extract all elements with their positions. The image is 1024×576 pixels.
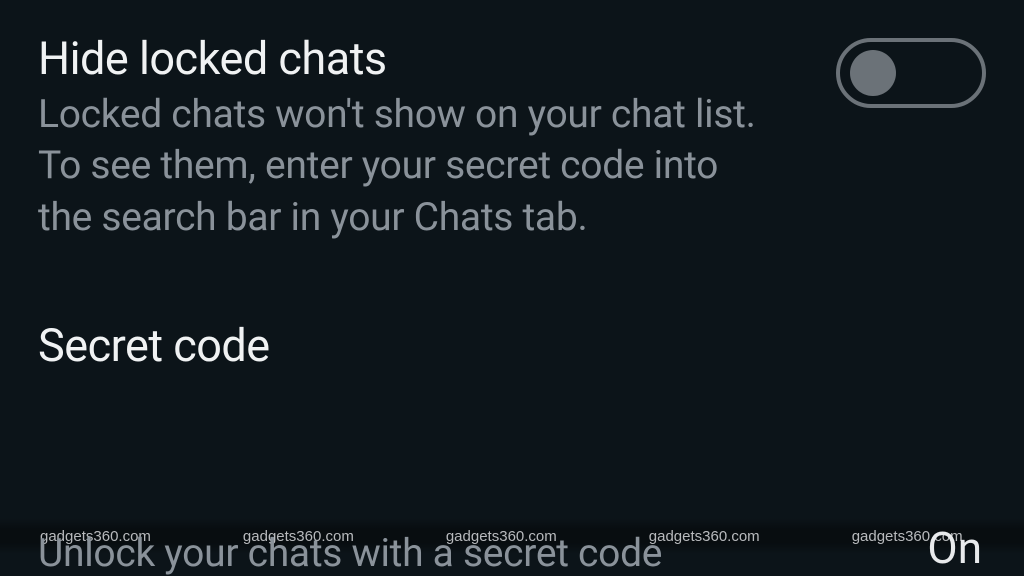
hide-locked-chats-toggle[interactable] xyxy=(836,38,986,108)
secret-code-status: On xyxy=(927,522,986,576)
hide-locked-chats-title: Hide locked chats xyxy=(38,32,758,85)
secret-code-setting[interactable]: Secret code xyxy=(38,319,986,372)
hide-locked-chats-description: Locked chats won't show on your chat lis… xyxy=(38,89,758,243)
hide-locked-chats-setting: Hide locked chats Locked chats won't sho… xyxy=(38,32,986,243)
secret-code-title: Secret code xyxy=(38,319,986,372)
toggle-knob xyxy=(850,50,896,96)
secret-code-description: Unlock your chats with a secret code xyxy=(38,530,662,576)
secret-code-row: Unlock your chats with a secret code On xyxy=(38,516,986,576)
